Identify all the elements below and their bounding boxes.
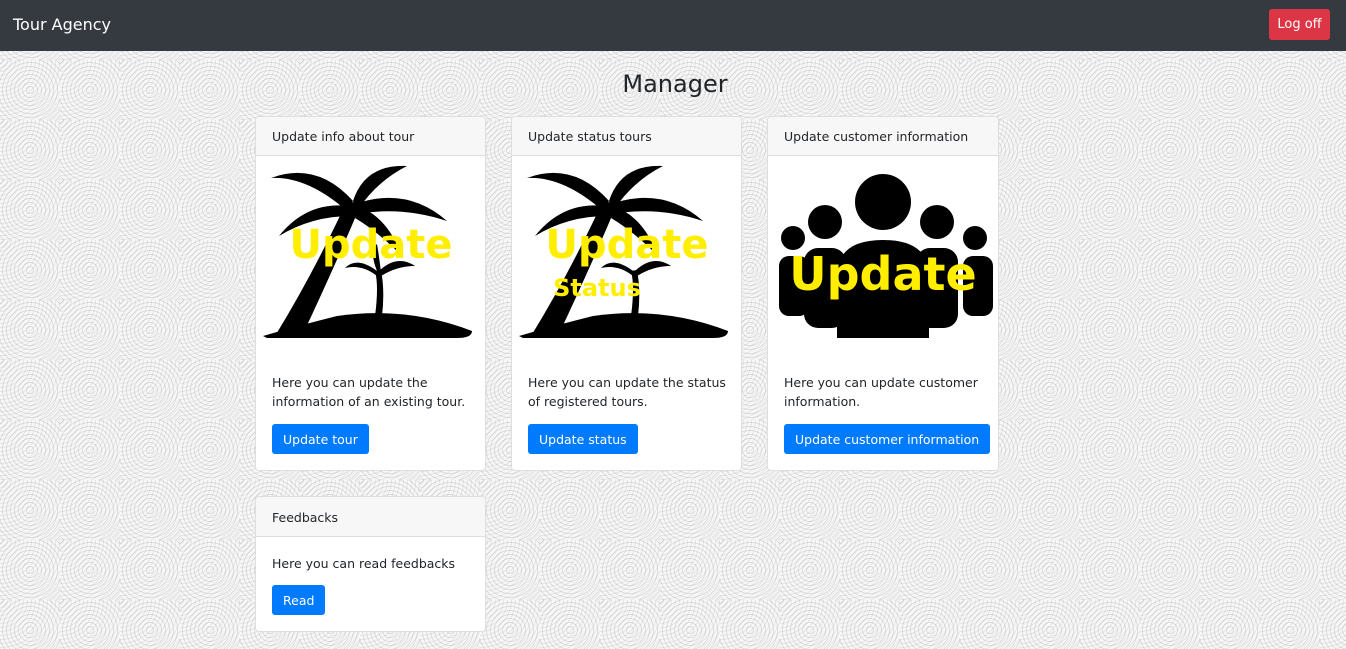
card-header: Update status tours xyxy=(512,117,741,156)
card-text: Here you can update the information of a… xyxy=(272,375,466,409)
card-update-tour: Update info about tour Update Here you c… xyxy=(255,116,486,471)
card-body: Here you can update the information of a… xyxy=(272,373,473,411)
card-header: Update customer information xyxy=(768,117,998,156)
image-status-text: Status xyxy=(553,274,641,302)
image-update-text: Update xyxy=(545,222,708,268)
image-update-text: Update xyxy=(789,247,976,301)
card-header: Update info about tour xyxy=(256,117,485,156)
brand-link[interactable]: Tour Agency xyxy=(13,14,111,36)
update-status-button[interactable]: Update status xyxy=(528,424,638,454)
card-body: Here you can update customer information… xyxy=(784,373,986,411)
people-update-image: Update xyxy=(779,174,993,338)
card-update-status: Update status tours Update Status Here y… xyxy=(511,116,742,471)
card-header: Feedbacks xyxy=(256,497,485,537)
navbar: Tour Agency Log off xyxy=(0,0,1346,51)
card-feedbacks: Feedbacks Here you can read feedbacks Re… xyxy=(255,496,486,632)
card-body: Here you can update the status of regist… xyxy=(528,373,729,411)
card-body: Here you can read feedbacks xyxy=(272,554,473,573)
log-off-button[interactable]: Log off xyxy=(1269,9,1330,40)
palm-tree-update-image: Update xyxy=(262,165,472,338)
card-text: Here you can read feedbacks xyxy=(272,556,456,571)
image-update-text: Update xyxy=(289,222,452,268)
palm-tree-status-image: Update Status xyxy=(518,165,728,338)
update-tour-button[interactable]: Update tour xyxy=(272,424,369,454)
card-text: Here you can update customer information… xyxy=(784,375,978,409)
page-title: Manager xyxy=(622,70,728,98)
read-feedbacks-button[interactable]: Read xyxy=(272,585,326,615)
card-text: Here you can update the status of regist… xyxy=(528,375,726,409)
card-update-customer: Update customer information Update Here … xyxy=(767,116,999,471)
update-customer-information-button[interactable]: Update customer information xyxy=(784,424,991,454)
